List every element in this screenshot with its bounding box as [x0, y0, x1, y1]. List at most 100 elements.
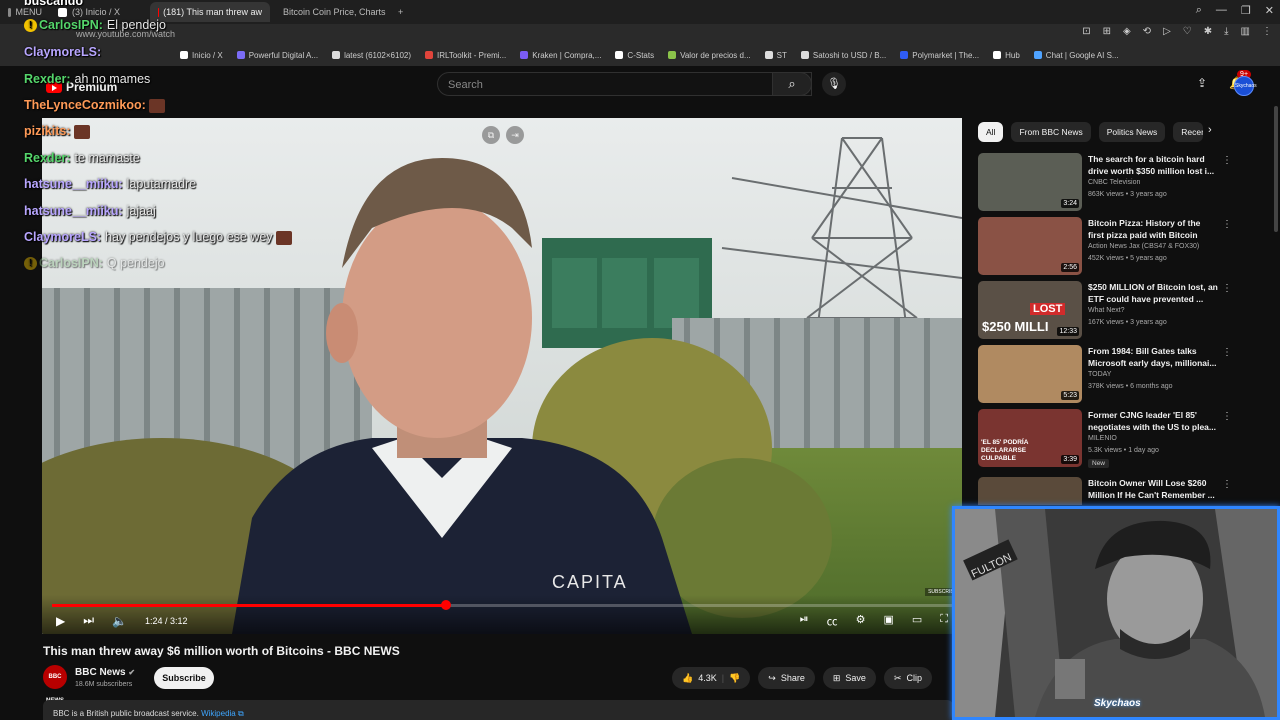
miniplayer-icon[interactable]: ▣ — [883, 613, 893, 629]
shield-icon[interactable]: ◈ — [1123, 26, 1131, 37]
voice-search-button[interactable]: 🎙 — [822, 72, 846, 96]
translate-icon[interactable]: ⟲ — [1143, 26, 1151, 37]
theater-mode-icon[interactable]: ▭ — [912, 613, 922, 629]
video-thumbnail[interactable]: 'EL 85' PODRÍA DECLARARSE CULPABLE 3:39 — [978, 409, 1082, 467]
extension-icon[interactable]: ⊞ — [1103, 26, 1111, 37]
video-title-link[interactable]: Former CJNG leader 'El 85' negotiates wi… — [1088, 409, 1218, 433]
settings-icon[interactable]: ⚙ — [856, 613, 866, 629]
video-thumbnail[interactable]: 5:23 — [978, 345, 1082, 403]
recommended-video[interactable]: Bitcoin Owner Will Lose $260 Million If … — [978, 477, 1268, 505]
bookmark-icon[interactable]: ⊡ — [1082, 26, 1090, 37]
bookmark-item[interactable]: Inicio / X — [180, 51, 223, 60]
close-icon[interactable]: ✕ — [1265, 4, 1274, 17]
bookmark-item[interactable]: IRLToolkit - Premi... — [425, 51, 506, 60]
thumbs-down-icon[interactable]: 👎 — [729, 673, 740, 684]
channel-name[interactable]: Action News Jax (CBS47 & FOX30) — [1088, 243, 1199, 250]
bookmark-favicon-icon — [800, 51, 809, 59]
filter-chip[interactable]: All — [978, 122, 1004, 142]
miniplayer-icon[interactable]: ⧉ — [482, 126, 500, 144]
new-tab-icon[interactable]: + — [390, 2, 411, 22]
next-icon[interactable]: ⏭ — [83, 613, 94, 628]
channel-name[interactable]: TODAY — [1088, 371, 1111, 378]
bookmark-item[interactable]: ST — [764, 51, 787, 60]
channel-name[interactable]: MILENIO — [1088, 435, 1117, 442]
thumbnail-tag: LOST — [1030, 303, 1066, 315]
progress-bar[interactable] — [52, 600, 952, 610]
bookmark-item[interactable]: Hub — [993, 51, 1020, 60]
video-title-link[interactable]: Bitcoin Owner Will Lose $260 Million If … — [1088, 477, 1218, 501]
bookmark-item[interactable]: Satoshi to USD / B... — [800, 51, 886, 60]
search-button[interactable]: ⌕ — [772, 72, 812, 96]
browser-tab[interactable]: Bitcoin Coin Price, Charts — [270, 2, 390, 22]
more-options-icon[interactable]: ⋮ — [1222, 283, 1232, 294]
search-input[interactable]: Search — [437, 72, 812, 96]
bookmark-item[interactable]: Valor de precios d... — [668, 51, 751, 60]
chevron-right-icon[interactable]: › — [1208, 124, 1212, 136]
channel-name[interactable]: What Next? — [1088, 307, 1125, 314]
thumbnail-text: $250 MILLI — [982, 319, 1049, 334]
upload-icon[interactable]: ⇪ — [1197, 76, 1207, 90]
video-thumbnail[interactable]: LOST $250 MILLI 12:33 — [978, 281, 1082, 339]
bookmark-item[interactable]: latest (6102×6102) — [332, 51, 411, 60]
video-thumbnail[interactable]: 2:56 — [978, 217, 1082, 275]
video-title-link[interactable]: Bitcoin Pizza: History of the first pizz… — [1088, 217, 1218, 241]
browser-tab[interactable]: (181) This man threw aw — [150, 2, 270, 22]
exit-icon[interactable]: ⇥ — [506, 126, 524, 144]
video-duration: 2:56 — [1061, 263, 1079, 272]
more-options-icon[interactable]: ⋮ — [1222, 479, 1232, 490]
video-player[interactable]: CAPITA ⧉ ⇥ SUBSCRIBE ▶ ⏭ 🔈 1:24 / 3:12 ⏯… — [42, 118, 962, 634]
more-options-icon[interactable]: ⋮ — [1222, 219, 1232, 230]
fullscreen-icon[interactable]: ⛶ — [940, 613, 948, 629]
clip-label: Clip — [906, 673, 922, 683]
video-thumbnail[interactable]: 3:24 — [978, 153, 1082, 211]
save-button[interactable]: ⊞ Save — [822, 667, 876, 689]
bookmark-item[interactable]: Powerful Digital A... — [236, 51, 318, 60]
video-title-link[interactable]: The search for a bitcoin hard drive wort… — [1088, 153, 1218, 177]
autoplay-toggle-icon[interactable]: ⏯ — [800, 613, 809, 629]
share-button[interactable]: ↪ Share — [758, 667, 815, 689]
bookmark-item[interactable]: C-Stats — [615, 51, 654, 60]
more-options-icon[interactable]: ⋮ — [1222, 347, 1232, 358]
captions-icon[interactable]: ㏄ — [827, 613, 838, 629]
channel-avatar[interactable]: BBC NEWS — [43, 665, 67, 704]
like-button[interactable]: 👍 4.3K | 👎 — [672, 667, 751, 689]
progress-scrubber[interactable] — [441, 600, 452, 610]
channel-name[interactable]: CNBC Television — [1088, 179, 1140, 186]
bookmark-item[interactable]: Kraken | Compra,... — [520, 51, 601, 60]
more-options-icon[interactable]: ⋮ — [1222, 155, 1232, 166]
recommended-video[interactable]: 2:56 Bitcoin Pizza: History of the first … — [978, 217, 1268, 277]
recommended-video[interactable]: 3:24 The search for a bitcoin hard drive … — [978, 153, 1268, 213]
wikipedia-link[interactable]: Wikipedia ⧉ — [201, 709, 244, 718]
more-options-icon[interactable]: ⋮ — [1222, 411, 1232, 422]
maximize-icon[interactable]: ❐ — [1241, 4, 1251, 17]
chat-emote-icon — [148, 98, 165, 113]
avatar[interactable]: Skychaos — [1234, 76, 1257, 96]
video-thumbnail[interactable] — [978, 477, 1082, 505]
filter-chip[interactable]: From BBC News — [1011, 122, 1091, 142]
bookmark-item[interactable]: Polymarket | The... — [900, 51, 979, 60]
volume-icon[interactable]: 🔈 — [112, 614, 127, 628]
menu-dots-icon[interactable]: ⋮ — [1262, 26, 1272, 37]
video-title-link[interactable]: From 1984: Bill Gates talks Microsoft ea… — [1088, 345, 1218, 369]
play-icon[interactable]: ▶ — [56, 614, 65, 628]
search-tabs-icon[interactable]: ⌕ — [1196, 4, 1202, 17]
recommended-video[interactable]: LOST $250 MILLI 12:33 $250 MILLION of Bitco… — [978, 281, 1268, 341]
recommended-video[interactable]: 'EL 85' PODRÍA DECLARARSE CULPABLE 3:39 Fo… — [978, 409, 1268, 469]
description-box[interactable]: BBC is a British public broadcast servic… — [43, 700, 953, 720]
chat-username: CarlosIPN: — [39, 256, 103, 270]
sidebar-icon[interactable]: ▥ — [1241, 26, 1250, 37]
video-title-link[interactable]: $250 MILLION of Bitcoin lost, an ETF cou… — [1088, 281, 1218, 305]
scrollbar[interactable] — [1274, 106, 1278, 232]
clip-button[interactable]: ✂ Clip — [883, 667, 932, 689]
filter-chip[interactable]: Politics News — [1098, 122, 1166, 142]
cast-icon[interactable]: ▷ — [1163, 26, 1171, 37]
favorite-icon[interactable]: ♡ — [1183, 26, 1192, 37]
puzzle-icon[interactable]: ✱ — [1204, 26, 1212, 37]
download-icon[interactable]: ⤓ — [1224, 26, 1228, 37]
bookmark-item[interactable]: Chat | Google AI S... — [1033, 51, 1119, 60]
subscribe-button[interactable]: Subscribe — [154, 667, 214, 689]
minimize-icon[interactable]: — — [1216, 4, 1227, 17]
filter-chip[interactable]: Recen — [1173, 122, 1204, 142]
channel-name[interactable]: BBC News ✔ — [75, 667, 135, 678]
recommended-video[interactable]: 5:23 From 1984: Bill Gates talks Microsof… — [978, 345, 1268, 405]
